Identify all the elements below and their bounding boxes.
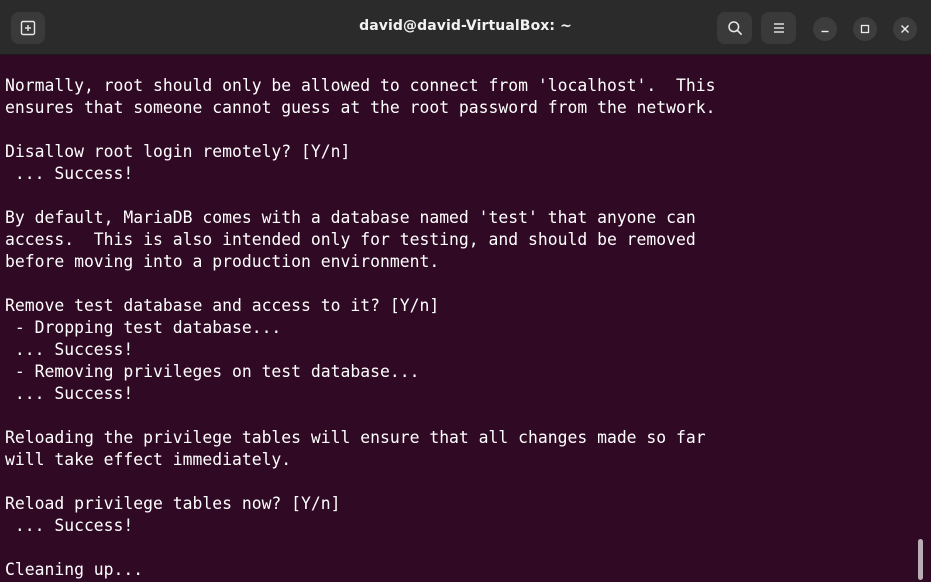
terminal-line: Remove test database and access to it? […: [5, 296, 440, 315]
terminal-line: ... Success!: [5, 164, 134, 183]
search-button[interactable]: [717, 12, 752, 44]
terminal-line: Cleaning up...: [5, 560, 144, 579]
terminal-line: Normally, root should only be allowed to…: [5, 76, 716, 95]
search-icon: [727, 21, 742, 35]
terminal-line: Disallow root login remotely? [Y/n]: [5, 142, 351, 161]
terminal-line: access. This is also intended only for t…: [5, 230, 696, 249]
close-button[interactable]: [893, 17, 917, 41]
terminal-output[interactable]: Normally, root should only be allowed to…: [0, 55, 931, 582]
terminal-line: ... Success!: [5, 516, 134, 535]
minimize-button[interactable]: [813, 17, 837, 41]
vertical-scrollbar[interactable]: [918, 539, 923, 580]
close-icon: [901, 25, 909, 33]
terminal-line: ... Success!: [5, 384, 134, 403]
terminal-line: ensures that someone cannot guess at the…: [5, 98, 716, 117]
title-bar: david@david-VirtualBox: ~: [0, 0, 931, 55]
terminal-line: before moving into a production environm…: [5, 252, 440, 271]
terminal-line: - Removing privileges on test database..…: [5, 362, 420, 381]
terminal-line: By default, MariaDB comes with a databas…: [5, 208, 696, 227]
maximize-icon: [860, 24, 870, 34]
menu-button[interactable]: [761, 12, 796, 44]
minimize-icon: [821, 30, 829, 33]
terminal-line: Reload privilege tables now? [Y/n]: [5, 494, 341, 513]
terminal-line: will take effect immediately.: [5, 450, 292, 469]
terminal-window: david@david-VirtualBox: ~ Normally, root…: [0, 0, 931, 582]
terminal-line: - Dropping test database...: [5, 318, 282, 337]
terminal-line: ... Success!: [5, 340, 134, 359]
maximize-button[interactable]: [853, 17, 877, 41]
terminal-line: Reloading the privilege tables will ensu…: [5, 428, 706, 447]
hamburger-menu-icon: [773, 23, 784, 33]
